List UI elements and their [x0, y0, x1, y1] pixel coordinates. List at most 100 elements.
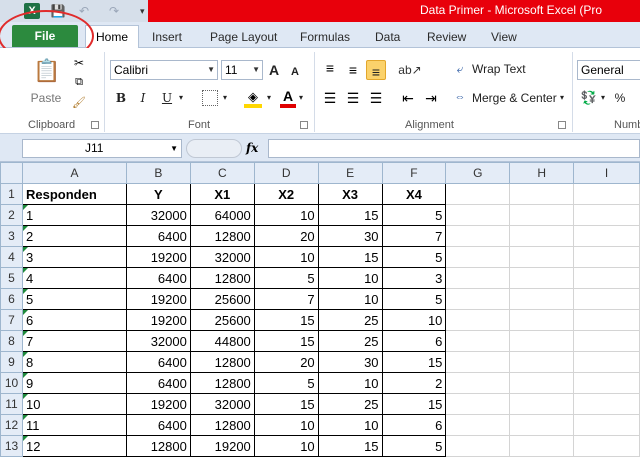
cell[interactable]: 12800	[189, 351, 255, 373]
number-format-select[interactable]: General	[577, 60, 640, 80]
row-header[interactable]: 12	[0, 414, 23, 436]
borders-icon[interactable]	[202, 90, 218, 106]
row-header[interactable]: 9	[0, 351, 23, 373]
cell[interactable]	[509, 225, 575, 247]
cell[interactable]: 12800	[189, 372, 255, 394]
cell[interactable]: Responden	[21, 183, 127, 205]
orientation-icon[interactable]: ab↗	[398, 60, 422, 80]
paste-icon[interactable]: 📋	[30, 56, 64, 86]
cell[interactable]	[573, 309, 640, 331]
cell[interactable]	[445, 372, 511, 394]
cell[interactable]: 6400	[125, 372, 191, 394]
cell[interactable]: 6	[381, 330, 447, 352]
cell[interactable]: 12800	[189, 267, 255, 289]
cell[interactable]: 30	[317, 351, 383, 373]
merge-center-icon[interactable]: ⇔	[452, 88, 468, 106]
cell[interactable]: 2	[21, 225, 127, 247]
shrink-font-button[interactable]: A	[288, 62, 302, 82]
underline-button[interactable]: U	[158, 88, 176, 108]
row-header[interactable]: 11	[0, 393, 23, 415]
cell[interactable]: 15	[317, 246, 383, 268]
cell[interactable]	[573, 372, 640, 394]
cell[interactable]: 10	[253, 414, 319, 436]
cell[interactable]: 10	[253, 204, 319, 226]
row-header[interactable]: 5	[0, 267, 23, 289]
font-color-dropdown-icon[interactable]: ▾	[296, 88, 306, 108]
cell[interactable]: 10	[317, 267, 383, 289]
cell[interactable]: 5	[381, 246, 447, 268]
cell[interactable]: 1	[21, 204, 127, 226]
cell[interactable]: 19200	[189, 435, 255, 457]
cell[interactable]: Y	[125, 183, 191, 205]
cell[interactable]: 6400	[125, 351, 191, 373]
cell[interactable]	[573, 330, 640, 352]
cell[interactable]: 32000	[189, 393, 255, 415]
clipboard-dialog-launcher-icon[interactable]	[91, 121, 99, 129]
cell[interactable]	[445, 267, 511, 289]
font-color-icon[interactable]: A	[280, 88, 296, 108]
fill-color-dropdown-icon[interactable]: ▾	[264, 88, 274, 108]
accounting-format-icon[interactable]: 💱	[580, 88, 598, 108]
format-painter-icon[interactable]: 🖌	[71, 96, 87, 112]
tab-review[interactable]: Review	[427, 27, 466, 47]
column-header[interactable]: E	[317, 162, 383, 184]
column-header[interactable]: H	[509, 162, 575, 184]
font-name-select[interactable]: Calibri ▼	[110, 60, 218, 80]
cell[interactable]	[573, 288, 640, 310]
cell[interactable]: 15	[253, 393, 319, 415]
row-header[interactable]: 8	[0, 330, 23, 352]
align-center-icon[interactable]: ☰	[343, 88, 363, 108]
cell[interactable]	[509, 414, 575, 436]
cell[interactable]	[573, 435, 640, 457]
copy-icon[interactable]: ⧉	[71, 76, 87, 92]
save-icon[interactable]: 💾	[50, 3, 66, 19]
bold-button[interactable]: B	[112, 88, 130, 108]
tab-formulas[interactable]: Formulas	[300, 27, 350, 47]
name-box[interactable]: J11 ▼	[22, 139, 182, 158]
cell[interactable]: 5	[381, 204, 447, 226]
cell[interactable]	[509, 183, 575, 205]
row-header[interactable]: 1	[0, 183, 23, 205]
select-all-corner[interactable]	[0, 162, 23, 184]
cell[interactable]	[509, 372, 575, 394]
tab-page-layout[interactable]: Page Layout	[210, 27, 277, 47]
column-header[interactable]: C	[189, 162, 255, 184]
cell[interactable]: 19200	[125, 288, 191, 310]
cell[interactable]: 12800	[189, 225, 255, 247]
cell[interactable]	[445, 351, 511, 373]
cell[interactable]: 5	[381, 288, 447, 310]
cell[interactable]: 6400	[125, 225, 191, 247]
cell[interactable]: 6	[21, 309, 127, 331]
cell[interactable]: 7	[21, 330, 127, 352]
tab-data[interactable]: Data	[375, 27, 400, 47]
column-header[interactable]: D	[253, 162, 319, 184]
middle-align-icon[interactable]: ≡	[343, 60, 363, 80]
cell[interactable]: X3	[317, 183, 383, 205]
cell[interactable]	[509, 393, 575, 415]
percent-style-button[interactable]: %	[612, 88, 628, 108]
cell[interactable]: 10	[317, 414, 383, 436]
tab-file[interactable]: File	[12, 25, 78, 47]
cell[interactable]: 32000	[125, 330, 191, 352]
row-header[interactable]: 10	[0, 372, 23, 394]
cell[interactable]: 11	[21, 414, 127, 436]
cell[interactable]	[573, 267, 640, 289]
cell[interactable]: 64000	[189, 204, 255, 226]
wrap-text-button[interactable]: Wrap Text	[472, 59, 528, 79]
undo-icon[interactable]: ↶	[76, 3, 92, 19]
underline-dropdown-icon[interactable]: ▾	[176, 88, 186, 108]
cell[interactable]	[445, 225, 511, 247]
cell[interactable]: 7	[253, 288, 319, 310]
cell[interactable]: 32000	[189, 246, 255, 268]
cell[interactable]: 25	[317, 309, 383, 331]
insert-function-button[interactable]: fx	[246, 139, 264, 158]
cell[interactable]: 44800	[189, 330, 255, 352]
cell[interactable]: 12800	[125, 435, 191, 457]
column-header[interactable]: F	[381, 162, 447, 184]
cell[interactable]: 5	[21, 288, 127, 310]
increase-indent-icon[interactable]: ⇥	[421, 88, 441, 108]
cell[interactable]	[509, 288, 575, 310]
cell[interactable]	[445, 330, 511, 352]
borders-dropdown-icon[interactable]: ▾	[220, 88, 230, 108]
cell[interactable]: 10	[21, 393, 127, 415]
